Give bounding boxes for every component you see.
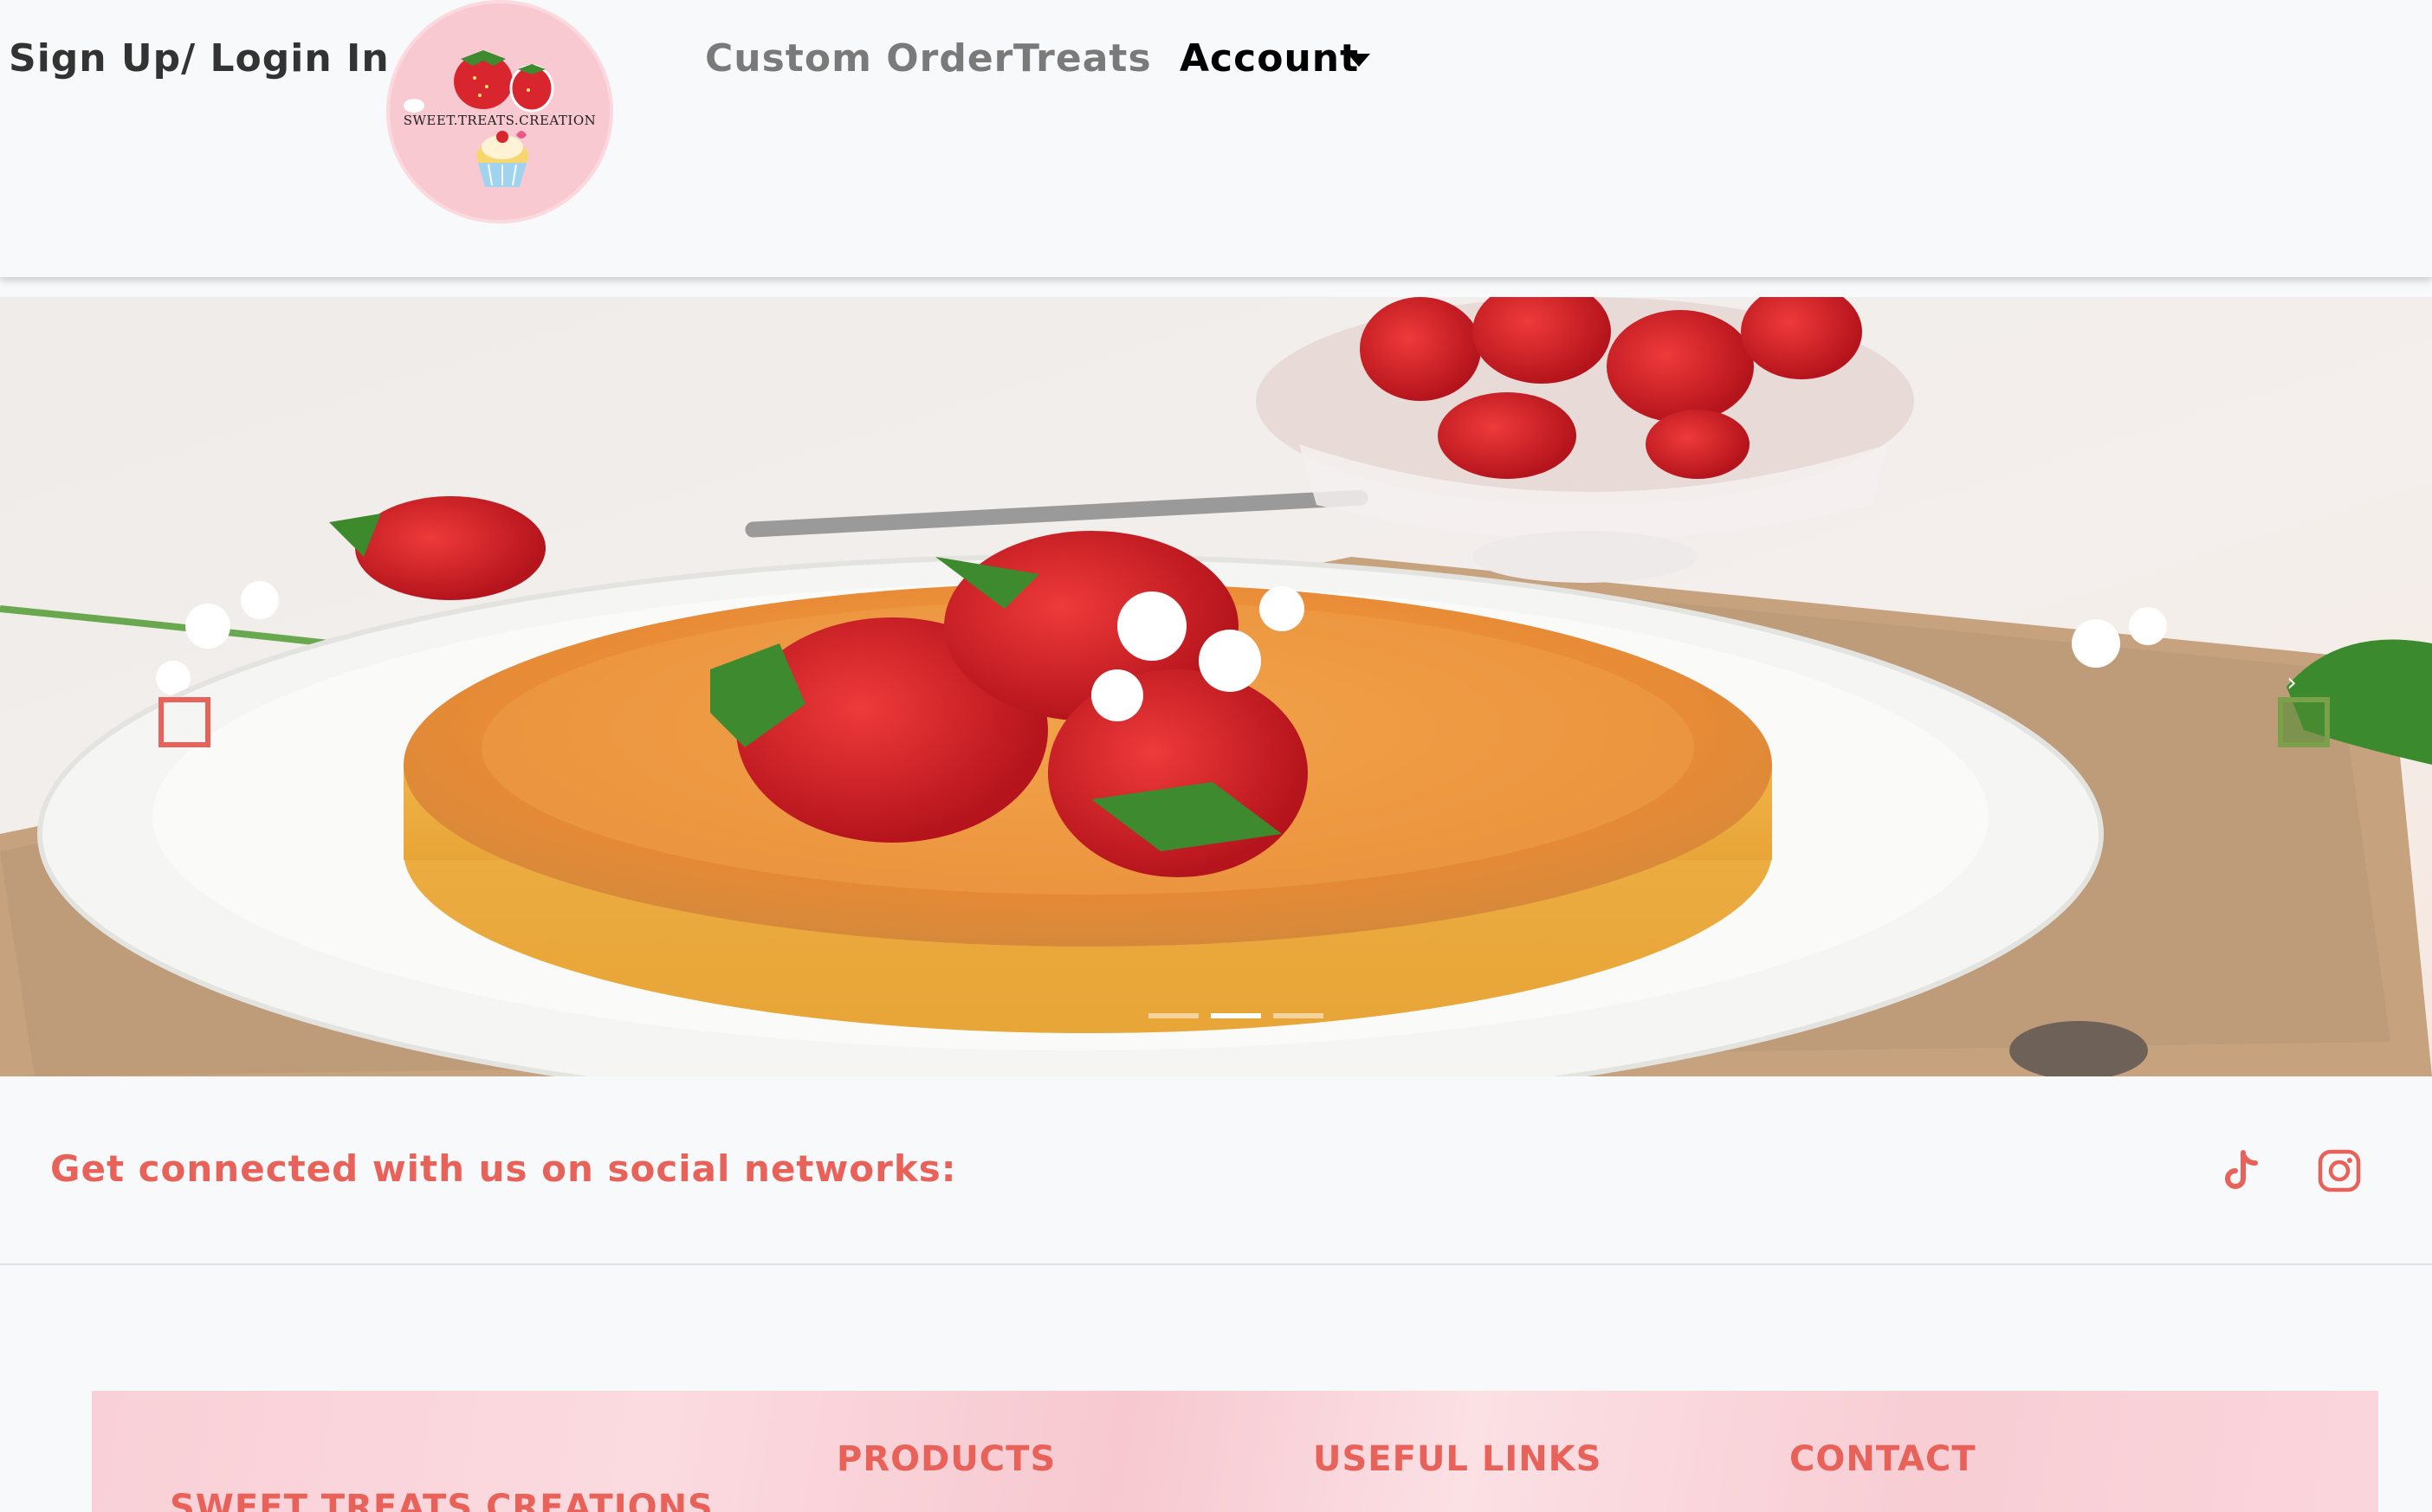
carousel-indicator-1[interactable] [1148,1013,1199,1018]
navbar: Sign Up/ Login In SWEET.TREATS.CREATION … [0,0,2432,277]
carousel-prev-button[interactable] [158,697,210,747]
nav-custom-order[interactable]: Custom Order [705,36,1013,81]
chevron-right-icon: › [2286,668,2297,698]
carousel-indicators [1148,1013,1323,1018]
hero-carousel: ‹ › [0,297,2432,1076]
chevron-left-icon: ‹ [170,668,180,698]
signup-login-link[interactable]: Sign Up/ Login In [9,36,390,81]
caret-down-icon[interactable] [1348,54,1370,67]
footer: PRODUCTS USEFUL LINKS CONTACT SWEET TREA… [92,1391,2378,1512]
carousel-indicator-2[interactable] [1211,1013,1261,1018]
nav-account-dropdown[interactable]: Account [1180,36,1359,81]
nav-treats[interactable]: Treats [1013,36,1152,81]
footer-brand-heading: SWEET TREATS CREATIONS [170,1488,714,1512]
social-heading: Get connected with us on social networks… [50,1147,957,1190]
carousel-slide-image [0,297,2432,1076]
carousel-next-button[interactable] [2278,697,2330,747]
logo-text: SWEET.TREATS.CREATION [403,113,597,128]
instagram-icon[interactable] [2316,1147,2363,1194]
carousel-indicator-3[interactable] [1273,1013,1323,1018]
footer-useful-links-heading: USEFUL LINKS [1313,1439,1602,1479]
brand-logo[interactable]: SWEET.TREATS.CREATION [386,0,613,223]
tiktok-icon[interactable] [2217,1147,2264,1194]
footer-contact-heading: CONTACT [1789,1439,1976,1479]
footer-products-heading: PRODUCTS [837,1439,1057,1479]
social-bar: Get connected with us on social networks… [0,1076,2432,1265]
